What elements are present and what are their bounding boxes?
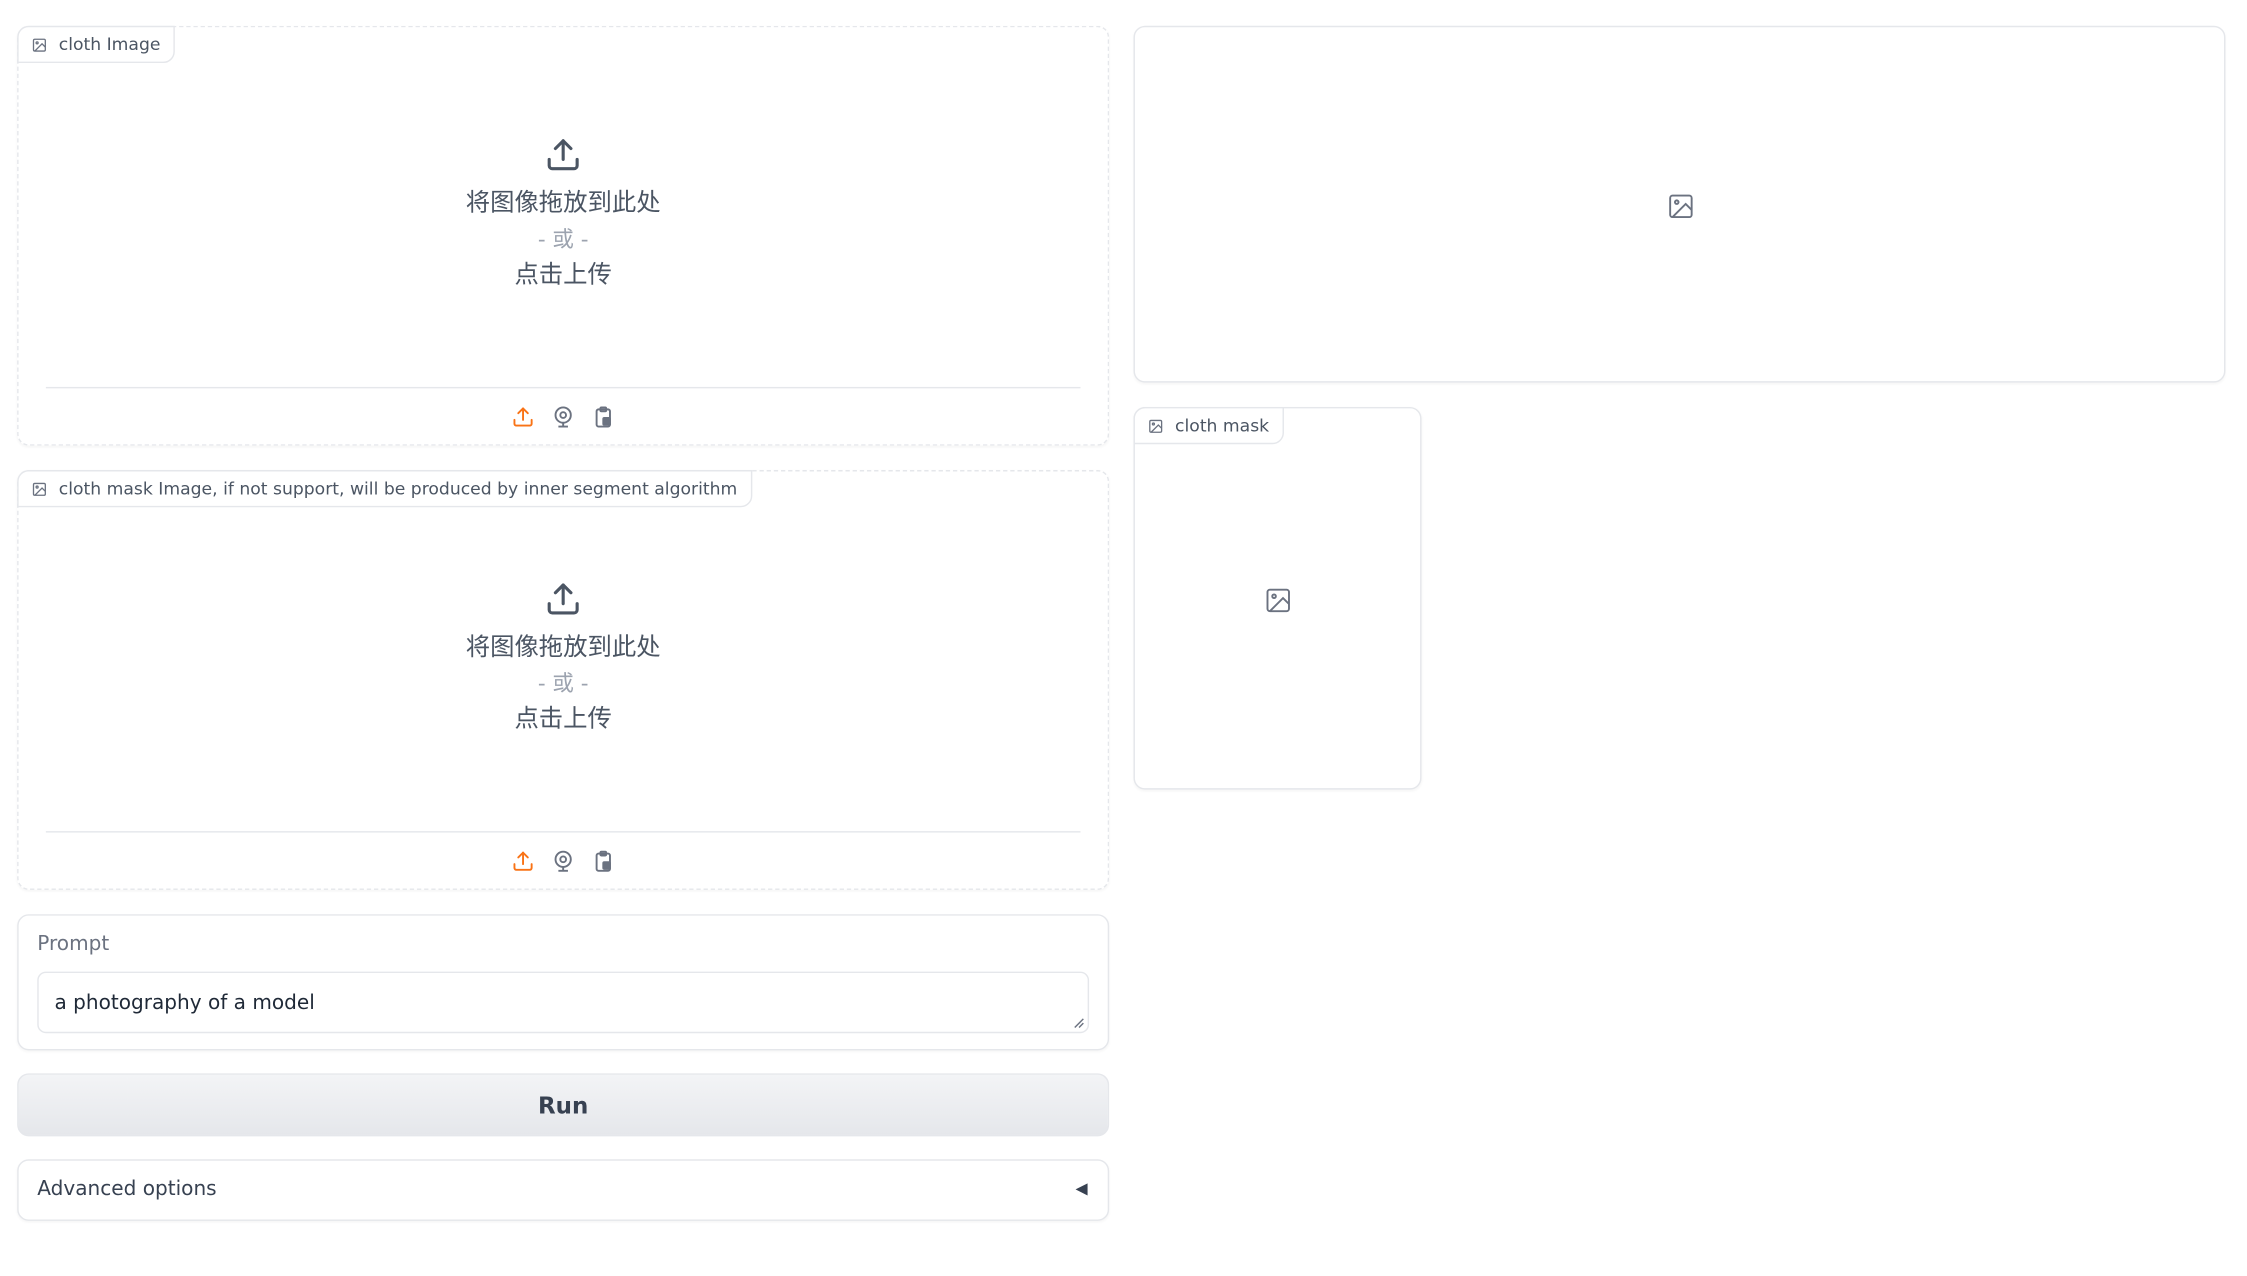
cloth-mask-image-label-tab: cloth mask Image, if not support, will b… bbox=[17, 470, 752, 508]
image-icon bbox=[1149, 419, 1163, 433]
cloth-image-dropzone[interactable]: 将图像拖放到此处 - 或 - 点击上传 bbox=[19, 136, 1108, 292]
prompt-block: Prompt a photography of a model bbox=[17, 914, 1110, 1051]
image-icon bbox=[32, 482, 46, 496]
cloth-mask-label-tab: cloth mask bbox=[1133, 406, 1284, 445]
upload-icon bbox=[513, 407, 533, 427]
advanced-options-label: Advanced options bbox=[37, 1177, 217, 1201]
resize-handle-icon[interactable] bbox=[1073, 1017, 1084, 1028]
upload-icon bbox=[547, 139, 579, 171]
image-placeholder-icon bbox=[1266, 588, 1290, 613]
cloth-mask-label: cloth mask bbox=[1175, 415, 1270, 436]
image-icon bbox=[32, 37, 46, 51]
cloth-mask-image-label: cloth mask Image, if not support, will b… bbox=[58, 478, 738, 499]
drop-text: 将图像拖放到此处 bbox=[465, 633, 661, 663]
drop-text: 将图像拖放到此处 bbox=[465, 189, 661, 218]
prompt-value: a photography of a model bbox=[54, 990, 315, 1014]
cloth-mask-output: cloth mask bbox=[1133, 406, 1422, 790]
webcam-source-button[interactable] bbox=[550, 404, 576, 430]
cloth-mask-dropzone[interactable]: 将图像拖放到此处 - 或 - 点击上传 bbox=[19, 580, 1108, 736]
cloth-image-upload[interactable]: cloth Image 将图像拖放到此处 - 或 - 点击上传 bbox=[17, 25, 1110, 446]
webcam-source-button[interactable] bbox=[550, 848, 576, 874]
app-page: cloth Image 将图像拖放到此处 - 或 - 点击上传 cloth ma… bbox=[0, 0, 2247, 1273]
image-placeholder-icon bbox=[1669, 194, 1693, 219]
upload-source-button[interactable] bbox=[510, 404, 536, 430]
collapse-caret-icon: ◀ bbox=[1075, 1179, 1088, 1198]
cloth-image-label: cloth Image bbox=[58, 34, 161, 55]
divider bbox=[45, 831, 1081, 833]
prompt-textarea[interactable]: a photography of a model bbox=[37, 971, 1090, 1034]
run-button[interactable]: Run bbox=[17, 1073, 1110, 1137]
or-text: - 或 - bbox=[537, 670, 589, 697]
click-upload-text: 点击上传 bbox=[514, 705, 612, 734]
cloth-image-label-tab: cloth Image bbox=[17, 25, 175, 64]
clipboard-icon bbox=[595, 406, 611, 428]
or-text: - 或 - bbox=[537, 226, 589, 253]
source-toolbar bbox=[19, 848, 1108, 874]
source-toolbar bbox=[19, 404, 1108, 430]
advanced-options-accordion[interactable]: Advanced options ◀ bbox=[17, 1159, 1110, 1221]
clipboard-source-button[interactable] bbox=[590, 404, 616, 430]
prompt-label: Prompt bbox=[37, 932, 110, 956]
click-upload-text: 点击上传 bbox=[514, 260, 612, 290]
clipboard-source-button[interactable] bbox=[590, 848, 616, 874]
upload-icon bbox=[513, 851, 533, 871]
clipboard-icon bbox=[595, 850, 611, 872]
cloth-mask-image-upload[interactable]: cloth mask Image, if not support, will b… bbox=[17, 470, 1110, 890]
upload-icon bbox=[547, 583, 579, 615]
output-image bbox=[1133, 25, 2226, 383]
webcam-icon bbox=[554, 406, 572, 428]
webcam-icon bbox=[554, 850, 572, 872]
upload-source-button[interactable] bbox=[510, 848, 536, 874]
divider bbox=[45, 386, 1081, 389]
